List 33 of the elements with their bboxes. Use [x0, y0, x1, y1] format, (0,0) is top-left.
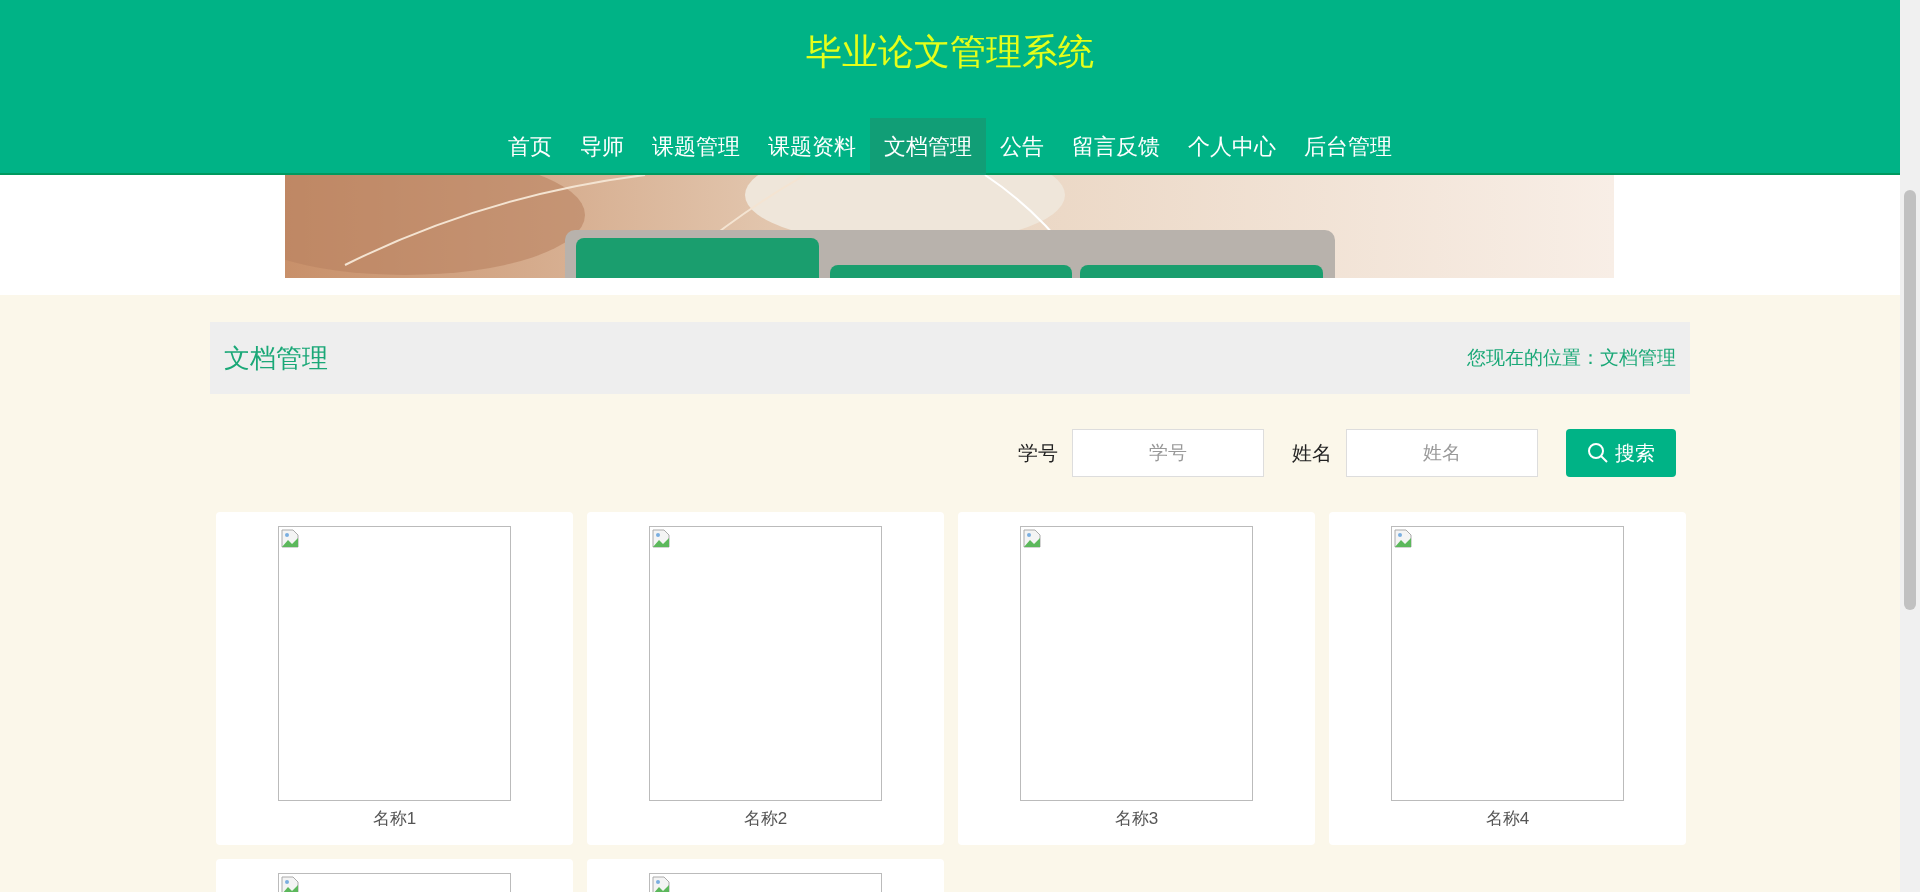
document-name: 名称4	[1485, 808, 1530, 830]
document-name: 名称2	[743, 808, 788, 830]
nav-link[interactable]: 首页	[494, 118, 566, 175]
field-label: 学号	[1018, 440, 1058, 466]
search-field[interactable]: 姓名	[1346, 429, 1538, 477]
nav-link[interactable]: 文档管理	[870, 118, 986, 175]
section-title: 文档管理	[224, 341, 328, 375]
search-field[interactable]: 学号	[1072, 429, 1264, 477]
nav-link[interactable]: 课题管理	[638, 118, 754, 175]
search-icon	[1587, 442, 1609, 464]
site-title: 毕业论文管理系统	[805, 30, 1095, 74]
nav-link[interactable]: 导师	[566, 118, 638, 175]
document-card[interactable]: 名称4	[1329, 512, 1686, 845]
document-name: 名称1	[372, 808, 417, 830]
field-label: 姓名	[1292, 440, 1332, 466]
nav-link[interactable]: 公告	[986, 118, 1058, 175]
breadcrumb: 您现在的位置：文档管理	[1467, 346, 1676, 370]
broken-image-icon	[651, 876, 671, 892]
broken-image-icon	[651, 529, 671, 549]
document-card[interactable]: 名称1	[216, 512, 573, 845]
broken-image-icon	[1393, 529, 1413, 549]
nav-link[interactable]: 课题资料	[754, 118, 870, 175]
search-button[interactable]: 搜索	[1566, 429, 1676, 477]
document-card[interactable]: 名称3	[958, 512, 1315, 845]
broken-image-icon	[280, 876, 300, 892]
nav-link[interactable]: 个人中心	[1174, 118, 1290, 175]
scrollbar-thumb[interactable]	[1904, 190, 1916, 610]
document-name: 名称3	[1114, 808, 1159, 830]
broken-image-icon	[280, 529, 300, 549]
nav-link[interactable]: 后台管理	[1290, 118, 1406, 175]
broken-image-icon	[1022, 529, 1042, 549]
nav-link[interactable]: 留言反馈	[1058, 118, 1174, 175]
document-card[interactable]: 名称2	[587, 512, 944, 845]
